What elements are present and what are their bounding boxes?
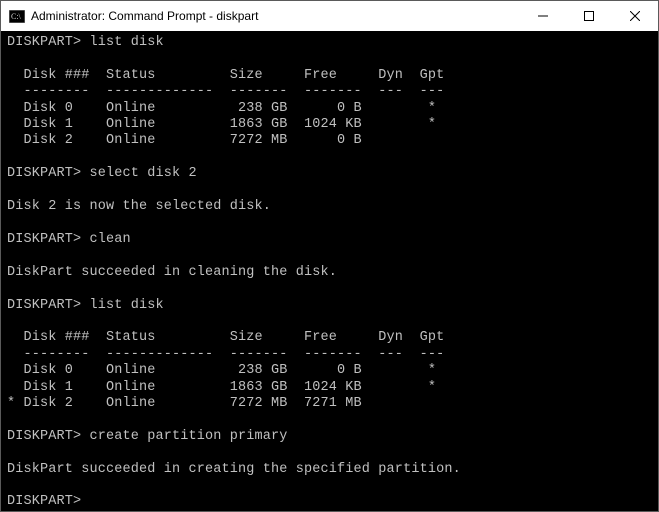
maximize-button[interactable]	[566, 1, 612, 31]
window-title: Administrator: Command Prompt - diskpart	[31, 9, 520, 23]
output-message: Disk 2 is now the selected disk.	[7, 199, 271, 214]
prompt: DISKPART>	[7, 232, 81, 247]
prompt: DISKPART>	[7, 35, 81, 50]
minimize-button[interactable]	[520, 1, 566, 31]
table-divider: -------- ------------- ------- ------- -…	[7, 347, 444, 362]
table-row: Disk 1 Online 1863 GB 1024 KB *	[7, 117, 436, 132]
prompt: DISKPART>	[7, 429, 81, 444]
table-row: Disk 2 Online 7272 MB 0 B	[7, 133, 362, 148]
prompt-current: DISKPART>	[7, 494, 81, 509]
output-message: DiskPart succeeded in creating the speci…	[7, 462, 461, 477]
command-clean: clean	[90, 232, 131, 247]
table-header: Disk ### Status Size Free Dyn Gpt	[7, 68, 444, 83]
output-message: DiskPart succeeded in cleaning the disk.	[7, 265, 337, 280]
command-list-disk: list disk	[90, 35, 164, 50]
prompt: DISKPART>	[7, 298, 81, 313]
table-row: * Disk 2 Online 7272 MB 7271 MB	[7, 396, 362, 411]
table-divider: -------- ------------- ------- ------- -…	[7, 84, 444, 99]
table-row: Disk 0 Online 238 GB 0 B *	[7, 101, 436, 116]
titlebar[interactable]: C:\ Administrator: Command Prompt - disk…	[1, 1, 658, 31]
command-create-partition: create partition primary	[90, 429, 288, 444]
svg-text:C:\: C:\	[11, 12, 22, 21]
command-prompt-icon: C:\	[9, 9, 25, 23]
window-controls	[520, 1, 658, 31]
terminal-output[interactable]: DISKPART> list disk Disk ### Status Size…	[1, 31, 658, 511]
close-button[interactable]	[612, 1, 658, 31]
table-row: Disk 1 Online 1863 GB 1024 KB *	[7, 380, 436, 395]
prompt: DISKPART>	[7, 166, 81, 181]
command-select-disk: select disk 2	[90, 166, 197, 181]
table-header: Disk ### Status Size Free Dyn Gpt	[7, 330, 444, 345]
command-prompt-window: C:\ Administrator: Command Prompt - disk…	[0, 0, 659, 512]
table-row: Disk 0 Online 238 GB 0 B *	[7, 363, 436, 378]
command-list-disk: list disk	[90, 298, 164, 313]
